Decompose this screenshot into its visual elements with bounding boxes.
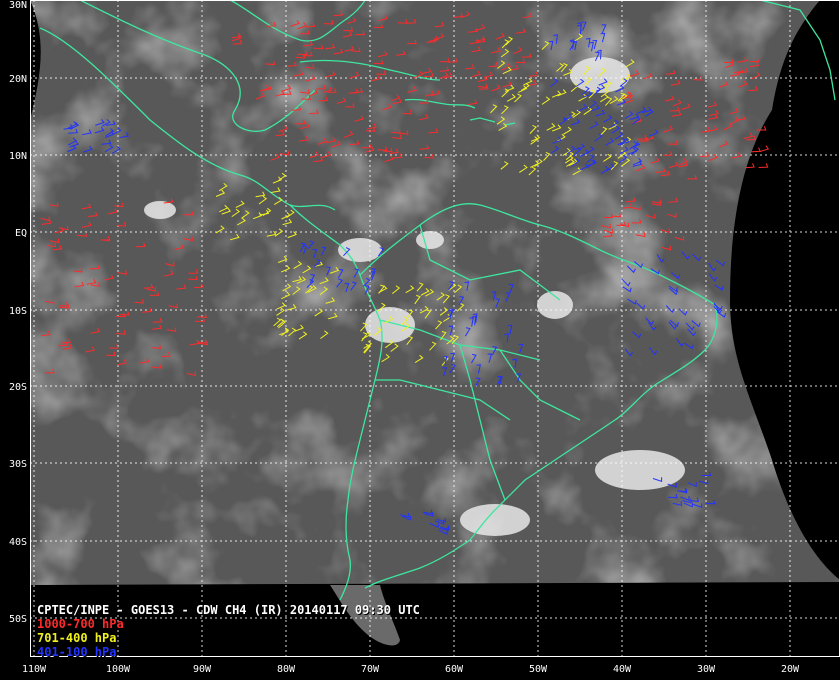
latitude-label: 10N bbox=[9, 151, 27, 162]
longitude-label: 80W bbox=[277, 664, 296, 675]
caption-title: CPTEC/INPE - GOES13 - CDW CH4 (IR) 20140… bbox=[37, 603, 420, 617]
latitude-label: 20S bbox=[9, 382, 27, 393]
longitude-label: 70W bbox=[361, 664, 380, 675]
latitude-label: 20N bbox=[9, 74, 27, 85]
longitude-label: 90W bbox=[193, 664, 212, 675]
longitude-label: 100W bbox=[106, 664, 131, 675]
latitude-label: 40S bbox=[9, 537, 27, 548]
longitude-label: 60W bbox=[445, 664, 464, 675]
latitude-label: 10S bbox=[9, 306, 27, 317]
satellite-wind-map: 30N 20N 10N EQ 10S 20S 30S 40S 50S 110W 100W 90W 80… bbox=[0, 0, 840, 680]
legend-item-low-level: 1000-700 hPa bbox=[37, 617, 124, 631]
latitude-label: 30S bbox=[9, 459, 27, 470]
longitude-label: 50W bbox=[529, 664, 548, 675]
legend-item-mid-level: 701-400 hPa bbox=[37, 631, 117, 645]
longitude-label: 20W bbox=[781, 664, 800, 675]
latitude-label: 50S bbox=[9, 614, 27, 625]
legend-item-high-level: 401-100 hPa bbox=[37, 645, 117, 659]
longitude-label: 40W bbox=[613, 664, 632, 675]
longitude-label: 30W bbox=[697, 664, 716, 675]
latitude-label: 30N bbox=[9, 0, 27, 11]
longitude-label: 110W bbox=[22, 664, 47, 675]
latitude-label: EQ bbox=[15, 228, 27, 239]
